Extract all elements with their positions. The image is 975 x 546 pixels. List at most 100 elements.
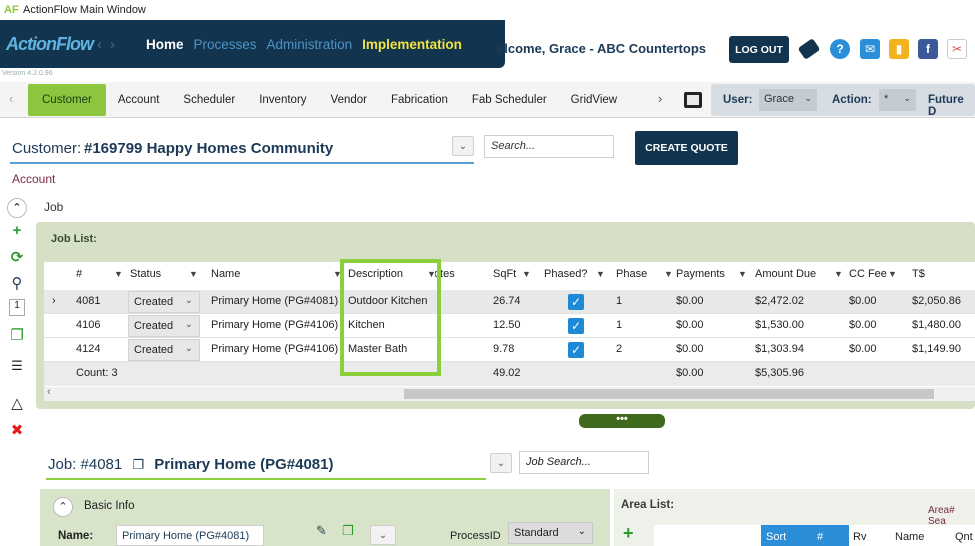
collapse-icon[interactable]: ⌃ [6, 198, 28, 218]
status-value: Created [134, 344, 174, 356]
column-header-[interactable]: # [76, 268, 82, 280]
job-name-input[interactable]: Primary Home (PG#4081) [116, 525, 264, 546]
ticket-icon[interactable] [797, 38, 821, 60]
add-icon[interactable]: + [6, 222, 28, 239]
action-filter-select[interactable]: * ⌄ [879, 89, 916, 111]
column-header-name[interactable]: Name [211, 268, 240, 280]
expand-row-icon[interactable]: › [52, 295, 56, 307]
area-col-name[interactable]: Name [895, 531, 924, 543]
status-select[interactable]: Created ⌄ [128, 291, 200, 313]
mail-icon[interactable]: ✉ [860, 39, 880, 59]
action-filter-value: * [884, 93, 889, 105]
job-search-input[interactable]: Job Search... [519, 451, 649, 474]
area-col-sort[interactable]: Sort [766, 531, 786, 543]
scroll-left-icon[interactable]: ‹ [47, 386, 51, 398]
filter-icon[interactable]: ▼ [664, 269, 673, 279]
cell-payments: $0.00 [676, 343, 704, 355]
nav-administration[interactable]: Administration [267, 37, 353, 52]
user-filter-label: User: [723, 94, 753, 106]
table-row[interactable]: Created ⌄ 4106 Primary Home (PG#4106) Kitche… [44, 314, 975, 338]
module-tabs: Customer Account Scheduler Inventory Vendor F… [28, 84, 629, 116]
help-icon[interactable]: ? [830, 39, 850, 59]
status-select[interactable]: Created ⌄ [128, 339, 200, 361]
filter-icon[interactable]: ▼ [522, 269, 531, 279]
job-number: Job: #4081 [48, 456, 123, 473]
filter-icon[interactable]: ▼ [738, 269, 747, 279]
area-grid-header: Sort # Rv Name Qnt [654, 525, 975, 546]
horizontal-scrollbar[interactable]: ‹ [44, 386, 975, 401]
tabs-scroll-right-icon[interactable]: › [658, 91, 662, 106]
area-col-number[interactable]: # [817, 531, 823, 543]
chart-icon[interactable]: ▮ [889, 39, 909, 59]
status-select[interactable]: Created ⌄ [128, 315, 200, 337]
create-quote-button[interactable]: CREATE QUOTE [635, 131, 738, 165]
phased-checkbox[interactable]: ✓ [568, 318, 584, 334]
collapse-basic-info-icon[interactable]: ⌃ [53, 497, 73, 517]
column-header-phased[interactable]: Phased? [544, 268, 587, 280]
add-area-icon[interactable]: + [623, 523, 634, 544]
tab-fabrication[interactable]: Fabrication [379, 84, 460, 116]
edit-icon[interactable]: ✎ [316, 523, 327, 539]
nav-processes[interactable]: Processes [194, 37, 257, 52]
nav-implementation[interactable]: Implementation [362, 37, 462, 52]
tab-gridview[interactable]: GridView [559, 84, 629, 116]
cell-due: $1,303.94 [755, 343, 804, 355]
filter-icon[interactable]: ▼ [888, 269, 897, 279]
user-filter-select[interactable]: Grace ⌄ [759, 89, 817, 111]
filter-icon[interactable]: ▼ [189, 269, 198, 279]
checklist-icon[interactable]: ☰ [6, 358, 28, 374]
tabs-scroll-left-icon[interactable]: ‹ [9, 91, 13, 106]
tab-account[interactable]: Account [106, 84, 172, 116]
logout-button[interactable]: LOG OUT [729, 36, 789, 63]
tab-inventory[interactable]: Inventory [247, 84, 318, 116]
column-header-sqft[interactable]: SqFt [493, 268, 516, 280]
phased-checkbox[interactable]: ✓ [568, 342, 584, 358]
scissors-icon[interactable]: ✂ [947, 39, 967, 59]
customer-search-input[interactable]: Search... [484, 135, 614, 158]
process-id-select[interactable]: Standard ⌄ [508, 522, 593, 544]
nav-home[interactable]: Home [146, 37, 184, 52]
area-col-qnt[interactable]: Qnt [955, 531, 973, 543]
customer-dropdown-button[interactable]: ⌄ [452, 136, 474, 156]
area-col-rv[interactable]: Rv [853, 531, 866, 543]
warning-triangle-icon[interactable]: △ [6, 394, 28, 412]
job-dropdown-button[interactable]: ⌄ [490, 453, 512, 473]
phased-checkbox[interactable]: ✓ [568, 294, 584, 310]
column-header-cc-fee[interactable]: CC Fee [849, 268, 887, 280]
tab-customer[interactable]: Customer [28, 84, 106, 116]
column-header-t[interactable]: T$ [912, 268, 925, 280]
filter-bar: User: Grace ⌄ Action: * ⌄ Future D [711, 84, 975, 118]
filter-icon[interactable]: ▼ [596, 269, 605, 279]
name-dropdown-button[interactable]: ⌄ [370, 525, 396, 545]
grid-footer: Count: 3 49.02 $0.00 $5,305.96 [44, 362, 975, 386]
column-header-payments[interactable]: Payments [676, 268, 725, 280]
job-section-label: Job [44, 200, 64, 214]
panel-splitter[interactable]: ••• [579, 414, 665, 428]
delete-icon[interactable]: ✖ [6, 421, 28, 439]
refresh-icon[interactable]: ⟳ [6, 248, 28, 266]
page-count-box[interactable]: 1 [9, 299, 25, 316]
account-link[interactable]: Account [12, 172, 55, 186]
copy-icon[interactable]: ❐ [6, 326, 28, 344]
filter-icon[interactable]: ▼ [114, 269, 123, 279]
filter-icon[interactable]: ▼ [834, 269, 843, 279]
film-icon[interactable] [684, 92, 702, 108]
copy-icon[interactable]: ❐ [342, 523, 354, 539]
table-row[interactable]: › Created ⌄ 4081 Primary Home (PG#4081) Outdo… [44, 290, 975, 314]
table-row[interactable]: Created ⌄ 4124 Primary Home (PG#4106) Master… [44, 338, 975, 362]
app-header: ActionFlow ‹› Home Processes Administrat… [0, 20, 505, 68]
nav-arrows[interactable]: ‹› [97, 36, 123, 53]
tab-vendor[interactable]: Vendor [319, 84, 379, 116]
scrollbar-thumb[interactable] [404, 389, 934, 399]
facebook-icon[interactable]: f [918, 39, 938, 59]
copy-icon[interactable]: ❐ [132, 457, 144, 472]
search-icon[interactable]: ⚲ [6, 274, 28, 292]
column-header-amount-due[interactable]: Amount Due [755, 268, 816, 280]
status-value: Created [134, 296, 174, 308]
tab-scheduler[interactable]: Scheduler [171, 84, 247, 116]
footer-count: Count: 3 [76, 367, 118, 379]
column-header-status[interactable]: Status [130, 268, 161, 280]
column-header-phase[interactable]: Phase [616, 268, 647, 280]
tab-fab-scheduler[interactable]: Fab Scheduler [460, 84, 559, 116]
cell-cc: $0.00 [849, 319, 877, 331]
